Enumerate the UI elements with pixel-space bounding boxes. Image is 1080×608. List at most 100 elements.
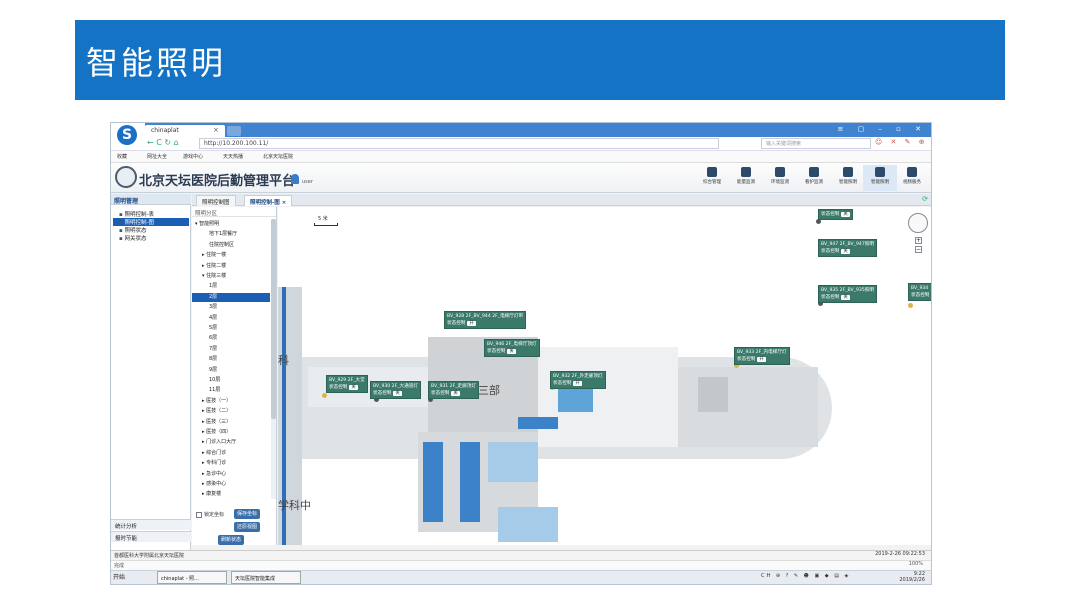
tree-node[interactable]: ▸ 住院一楼 [202, 251, 226, 260]
tree-node[interactable]: ▸ 康复楼 [202, 490, 221, 499]
tree-node[interactable]: ▸ 医技（二） [202, 407, 231, 416]
tree-node[interactable]: 9层 [209, 366, 217, 375]
nav-buttons[interactable]: ← C ↻ ⌂ [147, 138, 179, 147]
topnav-item-lighting[interactable]: 智能照明 [863, 165, 897, 191]
tree-node[interactable]: ▸ 医技（三） [202, 418, 231, 427]
sidebar-item-lighting-table[interactable]: 照明控制-表 [119, 210, 154, 218]
slide-title: 智能照明 [86, 44, 227, 82]
sidebar-item-lighting-map[interactable]: 照明控制-图 [113, 218, 189, 226]
taskbar-task[interactable]: 天坛医院智能集成 [231, 571, 301, 584]
window-controls[interactable]: ≡ ▢ – ▫ ✕ [838, 125, 928, 133]
bookmark-item[interactable]: 收藏 [117, 153, 127, 160]
zone-tree: 照明分区 ▾ 智能照明 地下1层餐厅 住院控制区 ▸ 住院一楼 ▸ 住院二楼 ▾ 住院三楼… [192, 207, 277, 545]
taskbar-task[interactable]: chinaplat - 照... [157, 571, 227, 584]
topnav-item[interactable]: 能量监测 [729, 165, 763, 191]
light-switch-toggle[interactable]: 开 [757, 357, 766, 362]
tree-node[interactable]: ▸ 急诊中心 [202, 470, 226, 479]
tree-node[interactable]: 3层 [209, 303, 217, 312]
bookmark-item[interactable]: 天天热播 [223, 153, 243, 160]
tree-node[interactable]: 1层 [209, 282, 217, 291]
light-card[interactable]: BV_946 2F_电梯厅顶灯 状态控制关 [484, 339, 540, 357]
tree-scroll-thumb[interactable] [271, 219, 276, 419]
light-switch-toggle[interactable]: 关 [507, 349, 516, 354]
compass-icon[interactable] [908, 213, 928, 233]
sidebar-stats[interactable]: 统计分析 [111, 519, 191, 530]
tree-node[interactable]: ▸ 医技（四） [202, 428, 231, 437]
save-coords-button[interactable]: 保存坐标 [234, 509, 261, 519]
bookmark-item[interactable]: 北京天坛医院 [263, 153, 293, 160]
browser-tools[interactable]: ☺ ✕ ✎ ⊕ [875, 138, 928, 146]
light-switch-toggle[interactable]: 开 [467, 321, 476, 326]
tree-node[interactable]: 7层 [209, 345, 217, 354]
lamp-icon[interactable] [908, 303, 913, 308]
tree-node[interactable]: ▸ 门诊入口大厅 [202, 438, 236, 447]
tree-node[interactable]: ▾ 智能照明 [195, 220, 219, 229]
sidebar-item-lighting-status[interactable]: 照明状态 [119, 226, 146, 234]
light-card[interactable]: 状态控制关 [818, 209, 853, 220]
browser-tab-title: chinaplat [151, 127, 179, 134]
tree-node[interactable]: ▸ 综合门诊 [202, 449, 226, 458]
light-card[interactable]: BV_935 2F_BV_935照明 状态控制关 [818, 285, 877, 303]
lamp-icon[interactable] [322, 393, 327, 398]
browser-zoom[interactable]: 100% [909, 561, 923, 567]
light-switch-toggle[interactable]: 关 [841, 249, 850, 254]
topnav-item[interactable]: 看护监测 [797, 165, 831, 191]
light-card[interactable]: BV_931 2F_走廊顶灯 状态控制关 [428, 381, 479, 399]
light-card[interactable]: BV_929 2F_大堂 状态控制关 [326, 375, 368, 393]
refresh-status-button[interactable]: 刷新状态 [218, 535, 245, 545]
light-card[interactable]: BV_947 2F_BV_947照明 状态控制关 [818, 239, 877, 257]
light-card[interactable]: BV_933 2F_内电梯厅灯 状态控制开 [734, 347, 790, 365]
tree-node[interactable]: 8层 [209, 355, 217, 364]
topnav-item[interactable]: 智能照明 [831, 165, 865, 191]
refresh-icon[interactable]: ⟳ [920, 195, 930, 205]
sidebar-energy[interactable]: 报时节能 [111, 531, 191, 542]
light-card[interactable]: BV_934状态控制关 [908, 283, 932, 301]
browser-search-input[interactable]: 输入关键词搜索 [761, 138, 871, 149]
light-switch-toggle[interactable]: 开 [573, 381, 582, 386]
tree-node[interactable]: ▾ 住院三楼 [202, 272, 226, 281]
floor-map[interactable]: 5 米 + − 科 住院三部 学科中 状态控制关BV_947 2F_BV_947… [278, 207, 932, 545]
restore-view-button[interactable]: 还原视图 [234, 522, 261, 532]
topnav-item[interactable]: 环境监测 [763, 165, 797, 191]
topnav-item[interactable]: 综合管理 [695, 165, 729, 191]
eye-icon [707, 167, 717, 177]
topnav-item[interactable]: 视频服务 [897, 165, 927, 191]
tree-node[interactable]: 地下1层餐厅 [209, 230, 237, 239]
zoom-out-button[interactable]: − [915, 246, 922, 253]
start-button[interactable]: 开始 [113, 572, 125, 581]
light-switch-toggle[interactable]: 关 [841, 295, 850, 300]
new-tab-button[interactable] [227, 126, 241, 136]
tree-node[interactable]: 6层 [209, 334, 217, 343]
tree-node[interactable]: 10层 [209, 376, 220, 385]
tree-node[interactable]: 5层 [209, 324, 217, 333]
tree-node[interactable]: 2层 [192, 292, 270, 302]
tab-close-icon[interactable]: × [213, 126, 219, 134]
light-switch-toggle[interactable]: 关 [451, 391, 460, 396]
app-title: 北京天坛医院后勤管理平台 [139, 174, 296, 189]
tab-lighting-map-active[interactable]: 照明控制-图 × [244, 195, 293, 206]
user-icon[interactable] [291, 174, 299, 184]
tree-node[interactable]: ▸ 专科门诊 [202, 459, 226, 468]
tree-node[interactable]: ▸ 感染中心 [202, 480, 226, 489]
light-card[interactable]: BV_930 2F_大通道灯 状态控制关 [370, 381, 421, 399]
sidebar-item-gateway-status[interactable]: 网关状态 [119, 234, 146, 242]
system-tray[interactable]: CH ⊕ ? ✎ ☻ ▣ ◆ ▤ ◈ [761, 573, 850, 579]
bookmark-item[interactable]: 游戏中心 [183, 153, 203, 160]
tree-node[interactable]: 住院控制区 [209, 241, 234, 250]
url-input[interactable]: http://10.200.100.11/ [199, 138, 719, 149]
light-switch-toggle[interactable]: 关 [393, 391, 402, 396]
lock-coords-checkbox[interactable] [196, 512, 202, 518]
light-switch-toggle[interactable]: 关 [931, 293, 932, 298]
tree-node[interactable]: ▸ 住院二楼 [202, 262, 226, 271]
light-switch-toggle[interactable]: 关 [349, 385, 358, 390]
light-card[interactable]: BV_932 2F_外走廊顶灯 状态控制开 [550, 371, 606, 389]
tab-lighting-map[interactable]: 照明控制图 [196, 195, 236, 206]
tree-node[interactable]: 4层 [209, 314, 217, 323]
light-card[interactable]: BV_928 2F_BV_944 2F_电梯厅灯带 状态控制开 [444, 311, 527, 329]
sidebar-header[interactable]: 照明管理 [111, 194, 191, 205]
bookmark-item[interactable]: 网址大全 [147, 153, 167, 160]
tree-node[interactable]: ▸ 医技（一） [202, 397, 231, 406]
zoom-in-button[interactable]: + [915, 237, 922, 244]
light-switch-toggle[interactable]: 关 [841, 212, 850, 217]
tree-node[interactable]: 11层 [209, 386, 220, 395]
